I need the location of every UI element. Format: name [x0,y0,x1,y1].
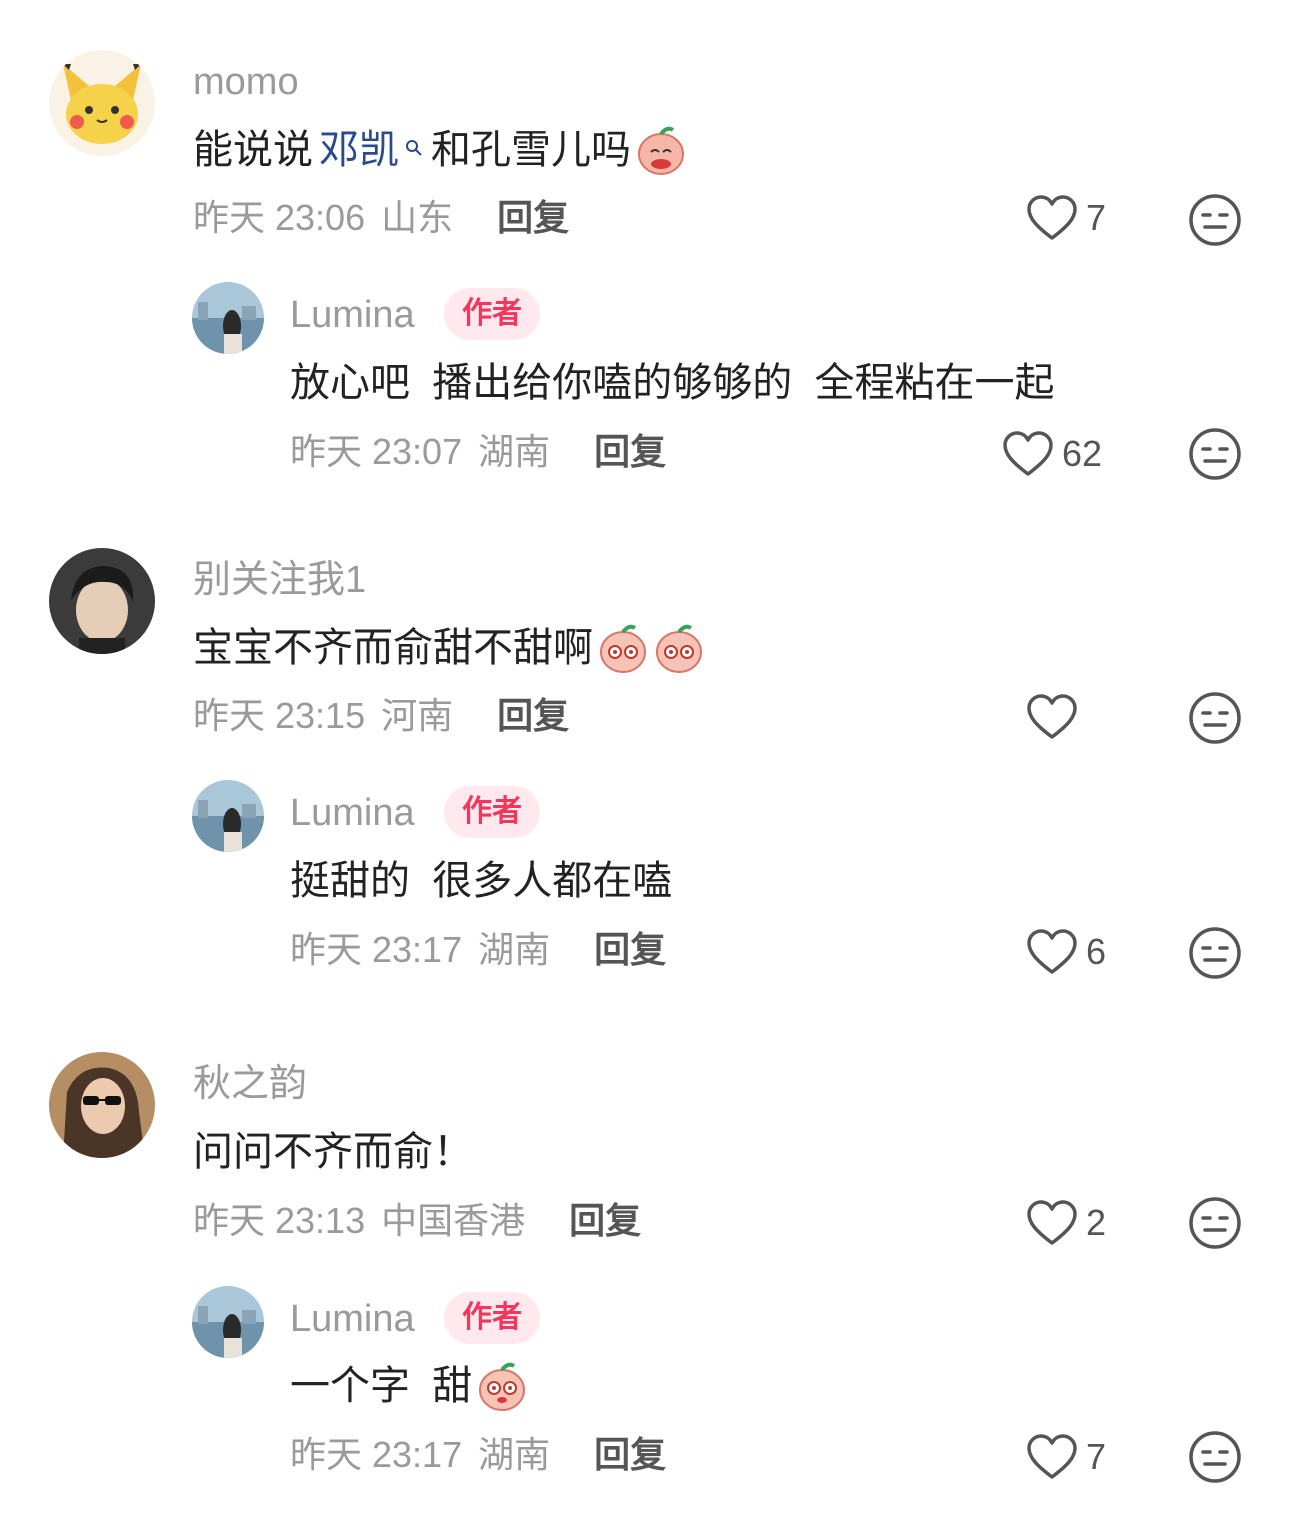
heart-outline-icon [1027,1434,1077,1479]
heart-outline-icon [1027,1200,1077,1245]
heart-outline-icon [1027,929,1077,974]
reply-button[interactable]: 回复 [594,1434,666,1475]
avatar[interactable] [192,780,264,852]
username[interactable]: Lumina [290,1297,415,1341]
comment-meta: 昨天 23:17 湖南 回复 [290,1433,672,1477]
heart-outline-icon [1027,694,1077,739]
like-button[interactable] [1026,693,1106,741]
comment-text-part: 能说说 [193,128,313,172]
peach-sticker-icon [597,622,649,674]
location: 山东 [381,197,454,238]
reply-button[interactable]: 回复 [594,929,666,970]
location: 湖南 [478,431,551,472]
avatar[interactable] [192,1286,264,1358]
like-button[interactable]: 2 [1026,1199,1106,1247]
peach-sticker-icon [653,622,705,674]
reply-button[interactable]: 回复 [497,197,569,238]
author-badge: 作者 [444,288,540,340]
reply-button[interactable]: 回复 [594,431,666,472]
like-button[interactable]: 7 [1026,1433,1106,1481]
username[interactable]: 秋之韵 [193,1062,307,1106]
comment-text-part: 宝宝不齐而俞甜不甜啊 [193,626,593,670]
comment-text: 能说说 邓凯 和孔雪儿吗 [193,122,687,178]
username[interactable]: Lumina [290,293,415,337]
avatar[interactable] [192,282,264,354]
comment-text: 挺甜的 很多人都在嗑 [290,859,673,903]
heart-outline-icon [1027,195,1077,240]
comment-meta: 昨天 23:15 河南 回复 [193,694,575,738]
like-count: 62 [1062,433,1103,474]
comment-meta: 昨天 23:07 湖南 回复 [290,430,672,474]
author-badge: 作者 [444,1292,540,1344]
comment-text: 问问不齐而俞！ [193,1130,473,1174]
comment-meta: 昨天 23:06 山东 回复 [193,196,575,240]
avatar[interactable] [49,1052,155,1158]
like-button[interactable]: 62 [1002,430,1102,478]
reply-button[interactable]: 回复 [569,1200,641,1241]
comment-text: 宝宝不齐而俞甜不甜啊 [193,620,705,676]
comment-text: 放心吧 播出给你嗑的够够的 全程粘在一起 [290,361,1055,405]
timestamp: 昨天 23:07 [290,431,463,472]
meh-face-icon[interactable] [1188,691,1242,745]
reply-button[interactable]: 回复 [497,695,569,736]
avatar[interactable] [49,50,155,156]
timestamp: 昨天 23:17 [290,1434,463,1475]
comment-text: 一个字 甜 [290,1358,528,1414]
comment-meta: 昨天 23:17 湖南 回复 [290,928,672,972]
like-button[interactable]: 6 [1026,928,1106,976]
meh-face-icon[interactable] [1188,1430,1242,1484]
meh-face-icon[interactable] [1188,926,1242,980]
meh-face-icon[interactable] [1188,427,1242,481]
search-icon [405,122,423,178]
comment-meta: 昨天 23:13 中国香港 回复 [193,1199,647,1243]
like-count: 2 [1086,1202,1107,1243]
timestamp: 昨天 23:13 [193,1200,366,1241]
location: 湖南 [478,929,551,970]
location: 中国香港 [381,1200,526,1241]
timestamp: 昨天 23:17 [290,929,463,970]
comment-text-part: 和孔雪儿吗 [431,128,631,172]
like-count: 7 [1086,1436,1107,1477]
like-count: 6 [1086,931,1107,972]
location: 湖南 [478,1434,551,1475]
like-count: 7 [1086,197,1107,238]
heart-outline-icon [1003,431,1053,476]
location: 河南 [381,695,454,736]
avatar[interactable] [49,548,155,654]
timestamp: 昨天 23:06 [193,197,366,238]
author-badge: 作者 [444,786,540,838]
like-button[interactable]: 7 [1026,194,1106,242]
timestamp: 昨天 23:15 [193,695,366,736]
mention-link[interactable]: 邓凯 [319,122,399,178]
peach-sticker-icon [476,1360,528,1412]
peach-sticker-icon [635,124,687,176]
meh-face-icon[interactable] [1188,1196,1242,1250]
meh-face-icon[interactable] [1188,193,1242,247]
comment-text-part: 一个字 甜 [290,1364,473,1408]
username[interactable]: momo [193,60,299,104]
username[interactable]: Lumina [290,791,415,835]
username[interactable]: 别关注我1 [193,558,366,602]
